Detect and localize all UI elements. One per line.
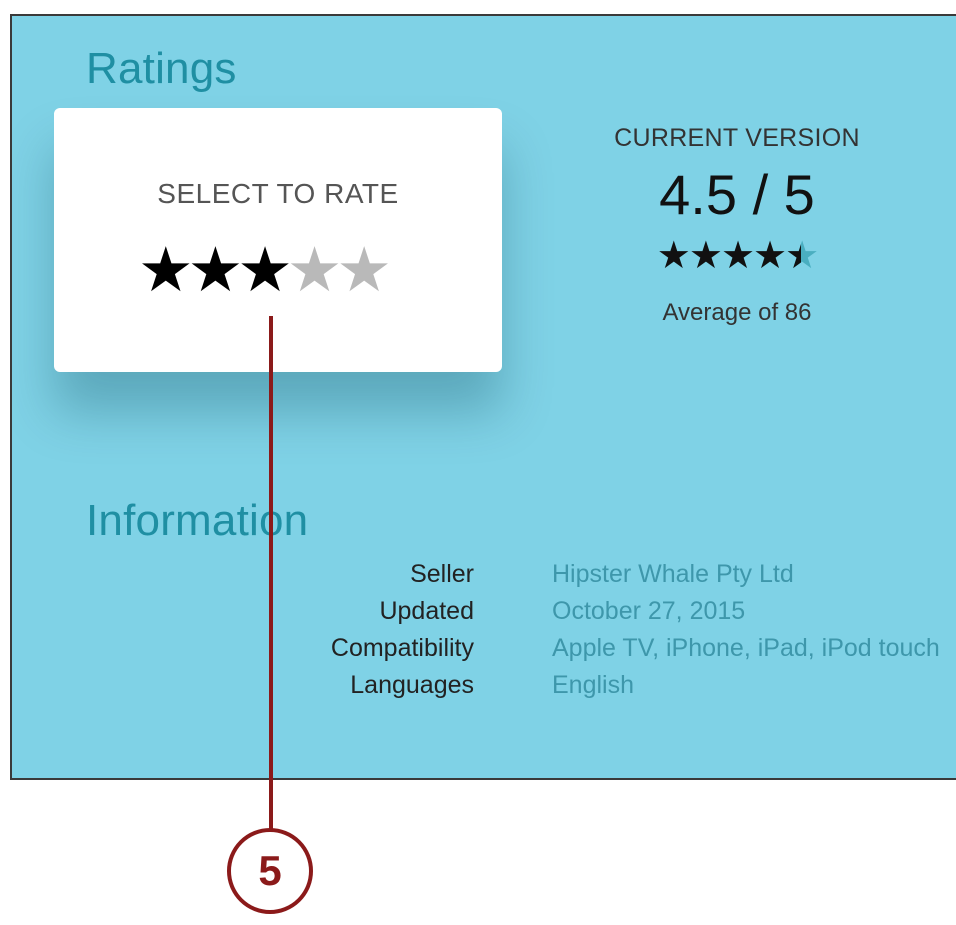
rating-count: Average of 86 <box>662 299 812 326</box>
average-stars: ★★★★★ <box>572 237 902 275</box>
star-icon[interactable]: ★ <box>237 236 293 305</box>
average-score: 4.5 / 5 <box>659 163 815 226</box>
info-key: Updated <box>379 597 474 625</box>
star-icon: ★ <box>656 235 691 277</box>
info-row-seller: Seller Hipster Whale Pty Ltd <box>192 556 952 593</box>
info-value: Apple TV, iPhone, iPad, iPod touch <box>552 634 940 662</box>
star-icon[interactable]: ★ <box>336 236 392 305</box>
star-icon[interactable]: ★ <box>287 236 343 305</box>
callout-number-badge: 5 <box>227 828 313 914</box>
app-screen: Ratings SELECT TO RATE ★★★★★ CURRENT VER… <box>10 14 956 780</box>
select-to-rate-label: SELECT TO RATE <box>157 178 399 209</box>
information-table: Seller Hipster Whale Pty Ltd Updated Oct… <box>192 556 952 704</box>
info-key: Seller <box>410 560 474 588</box>
info-row-updated: Updated October 27, 2015 <box>192 593 952 630</box>
info-row-languages: Languages English <box>192 667 952 704</box>
information-heading: Information <box>86 496 309 545</box>
star-icon[interactable]: ★ <box>188 236 244 305</box>
info-row-compatibility: Compatibility Apple TV, iPhone, iPad, iP… <box>192 630 952 667</box>
info-key: Compatibility <box>330 634 474 662</box>
ratings-heading: Ratings <box>86 44 237 93</box>
star-icon: ★ <box>688 235 723 277</box>
star-icon: ★ <box>720 235 755 277</box>
info-value: October 27, 2015 <box>552 597 746 625</box>
info-key: Languages <box>350 671 474 699</box>
half-star-icon: ★ <box>785 237 819 275</box>
star-icon[interactable]: ★ <box>138 236 194 305</box>
callout-line <box>269 316 273 849</box>
current-version-rating: CURRENT VERSION 4.5 / 5 ★★★★★ Average of… <box>572 124 902 327</box>
star-icon: ★ <box>753 235 787 277</box>
info-value: Hipster Whale Pty Ltd <box>552 560 794 588</box>
select-to-rate-card[interactable]: SELECT TO RATE ★★★★★ <box>54 108 502 372</box>
user-rating-stars[interactable]: ★★★★★ <box>138 240 392 302</box>
info-value: English <box>552 671 634 699</box>
current-version-label: CURRENT VERSION <box>614 124 860 152</box>
